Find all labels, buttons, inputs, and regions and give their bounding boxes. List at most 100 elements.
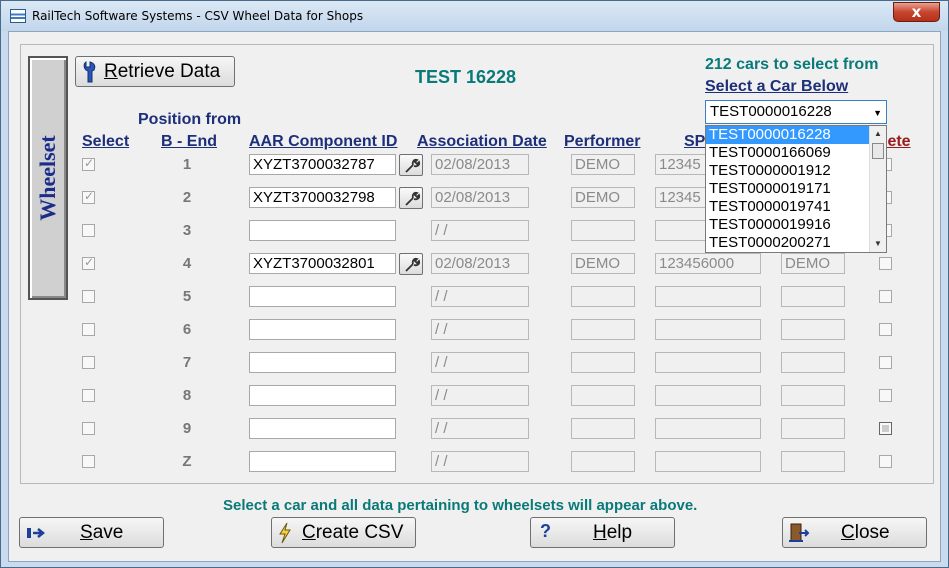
association-date-field[interactable]: 02/08/2013: [431, 154, 529, 175]
car-option[interactable]: TEST0000019741: [706, 198, 886, 216]
retrieve-accel: R: [104, 60, 118, 82]
scroll-thumb[interactable]: [872, 143, 884, 159]
help-label: elp: [606, 521, 633, 543]
extra-field[interactable]: [781, 352, 845, 373]
component-id-field[interactable]: XYZT3700032798: [249, 187, 396, 208]
performer-field[interactable]: DEMO: [571, 187, 635, 208]
sp-field[interactable]: [655, 352, 761, 373]
row-select-checkbox[interactable]: [82, 156, 95, 171]
save-label: ave: [92, 521, 124, 543]
car-option[interactable]: TEST0000200271: [706, 234, 886, 252]
sp-field[interactable]: [655, 286, 761, 307]
car-option[interactable]: TEST0000016228: [706, 126, 886, 144]
close-accel: C: [841, 521, 855, 543]
scroll-down-icon[interactable]: ▼: [870, 236, 886, 252]
extra-field[interactable]: [781, 418, 845, 439]
row-position: 9: [182, 420, 192, 437]
sp-field[interactable]: [655, 385, 761, 406]
performer-field[interactable]: DEMO: [571, 154, 635, 175]
sp-field[interactable]: [655, 418, 761, 439]
performer-field[interactable]: [571, 220, 635, 241]
association-date-field[interactable]: / /: [431, 319, 529, 340]
help-button[interactable]: ? Help: [530, 517, 675, 548]
performer-field[interactable]: [571, 385, 635, 406]
row-select-checkbox[interactable]: [82, 189, 95, 204]
extra-field[interactable]: DEMO: [781, 253, 845, 274]
scroll-up-icon[interactable]: ▲: [870, 126, 886, 142]
extra-field[interactable]: [781, 385, 845, 406]
list-scrollbar[interactable]: ▲ ▼: [869, 126, 886, 252]
component-id-field[interactable]: XYZT3700032801: [249, 253, 396, 274]
association-date-field[interactable]: / /: [431, 220, 529, 241]
component-id-field[interactable]: [249, 319, 396, 340]
row-delete-checkbox[interactable]: [879, 389, 892, 402]
client-area: Wheelset Retrieve Data TEST 16228 212 ca…: [8, 31, 941, 562]
association-date-field[interactable]: / /: [431, 385, 529, 406]
association-date-field[interactable]: / /: [431, 451, 529, 472]
component-lookup-button[interactable]: [399, 154, 423, 176]
delete-header: lete: [883, 133, 911, 150]
component-id-field[interactable]: [249, 220, 396, 241]
component-lookup-button[interactable]: [399, 187, 423, 209]
save-button[interactable]: Save: [19, 517, 164, 548]
title-bar[interactable]: RailTech Software Systems - CSV Wheel Da…: [1, 1, 948, 31]
car-count-text: 212 cars to select from: [705, 56, 879, 73]
association-date-field[interactable]: 02/08/2013: [431, 253, 529, 274]
component-id-field[interactable]: [249, 418, 396, 439]
association-date-field[interactable]: 02/08/2013: [431, 187, 529, 208]
association-date-field[interactable]: / /: [431, 286, 529, 307]
row-select-checkbox[interactable]: [82, 224, 95, 237]
row-select-checkbox[interactable]: [82, 255, 95, 270]
row-select-checkbox[interactable]: [82, 389, 95, 402]
row-select-checkbox[interactable]: [82, 356, 95, 369]
retrieve-label: etrieve Data: [117, 60, 221, 82]
car-option[interactable]: TEST0000019916: [706, 216, 886, 234]
car-select-dropdown[interactable]: TEST0000016228 ▼: [705, 100, 887, 124]
car-option[interactable]: TEST0000001912: [706, 162, 886, 180]
extra-field[interactable]: [781, 286, 845, 307]
component-id-field[interactable]: [249, 286, 396, 307]
component-id-field[interactable]: XYZT3700032787: [249, 154, 396, 175]
car-option[interactable]: TEST0000166069: [706, 144, 886, 162]
sp-field[interactable]: 123456000: [655, 253, 761, 274]
row-delete-checkbox[interactable]: [879, 323, 892, 336]
save-accel: S: [80, 521, 93, 543]
help-accel: H: [593, 521, 607, 543]
position-header-top: Position from: [138, 111, 242, 128]
row-select-checkbox[interactable]: [82, 455, 95, 468]
row-select-checkbox[interactable]: [82, 290, 95, 303]
row-delete-checkbox[interactable]: [879, 257, 892, 270]
component-header: AAR Component ID: [249, 133, 398, 150]
row-select-checkbox[interactable]: [82, 323, 95, 336]
row-delete-checkbox[interactable]: [879, 422, 892, 435]
performer-field[interactable]: [571, 286, 635, 307]
row-delete-checkbox[interactable]: [879, 356, 892, 369]
sp-field[interactable]: [655, 319, 761, 340]
retrieve-data-button[interactable]: Retrieve Data: [75, 56, 235, 87]
close-button[interactable]: Close: [782, 517, 927, 548]
extra-field[interactable]: [781, 319, 845, 340]
position-header-bottom: B - End: [161, 133, 217, 150]
row-select-checkbox[interactable]: [82, 422, 95, 435]
performer-field[interactable]: [571, 352, 635, 373]
window-close-button[interactable]: x: [893, 2, 940, 22]
performer-field[interactable]: DEMO: [571, 253, 635, 274]
component-lookup-button[interactable]: [399, 253, 423, 275]
create-csv-button[interactable]: Create CSV: [271, 517, 416, 548]
performer-field[interactable]: [571, 451, 635, 472]
component-id-field[interactable]: [249, 451, 396, 472]
component-id-field[interactable]: [249, 385, 396, 406]
wheelset-tab[interactable]: Wheelset: [28, 56, 68, 300]
component-id-field[interactable]: [249, 352, 396, 373]
car-options-list[interactable]: TEST0000016228 TEST0000166069 TEST00000019…: [705, 125, 887, 253]
performer-field[interactable]: [571, 319, 635, 340]
association-date-field[interactable]: / /: [431, 418, 529, 439]
performer-field[interactable]: [571, 418, 635, 439]
row-delete-checkbox[interactable]: [879, 290, 892, 303]
association-date-field[interactable]: / /: [431, 352, 529, 373]
car-option[interactable]: TEST0000019171: [706, 180, 886, 198]
sp-field[interactable]: [655, 451, 761, 472]
row-delete-checkbox[interactable]: [879, 455, 892, 468]
extra-field[interactable]: [781, 451, 845, 472]
car-title: TEST 16228: [415, 67, 517, 87]
